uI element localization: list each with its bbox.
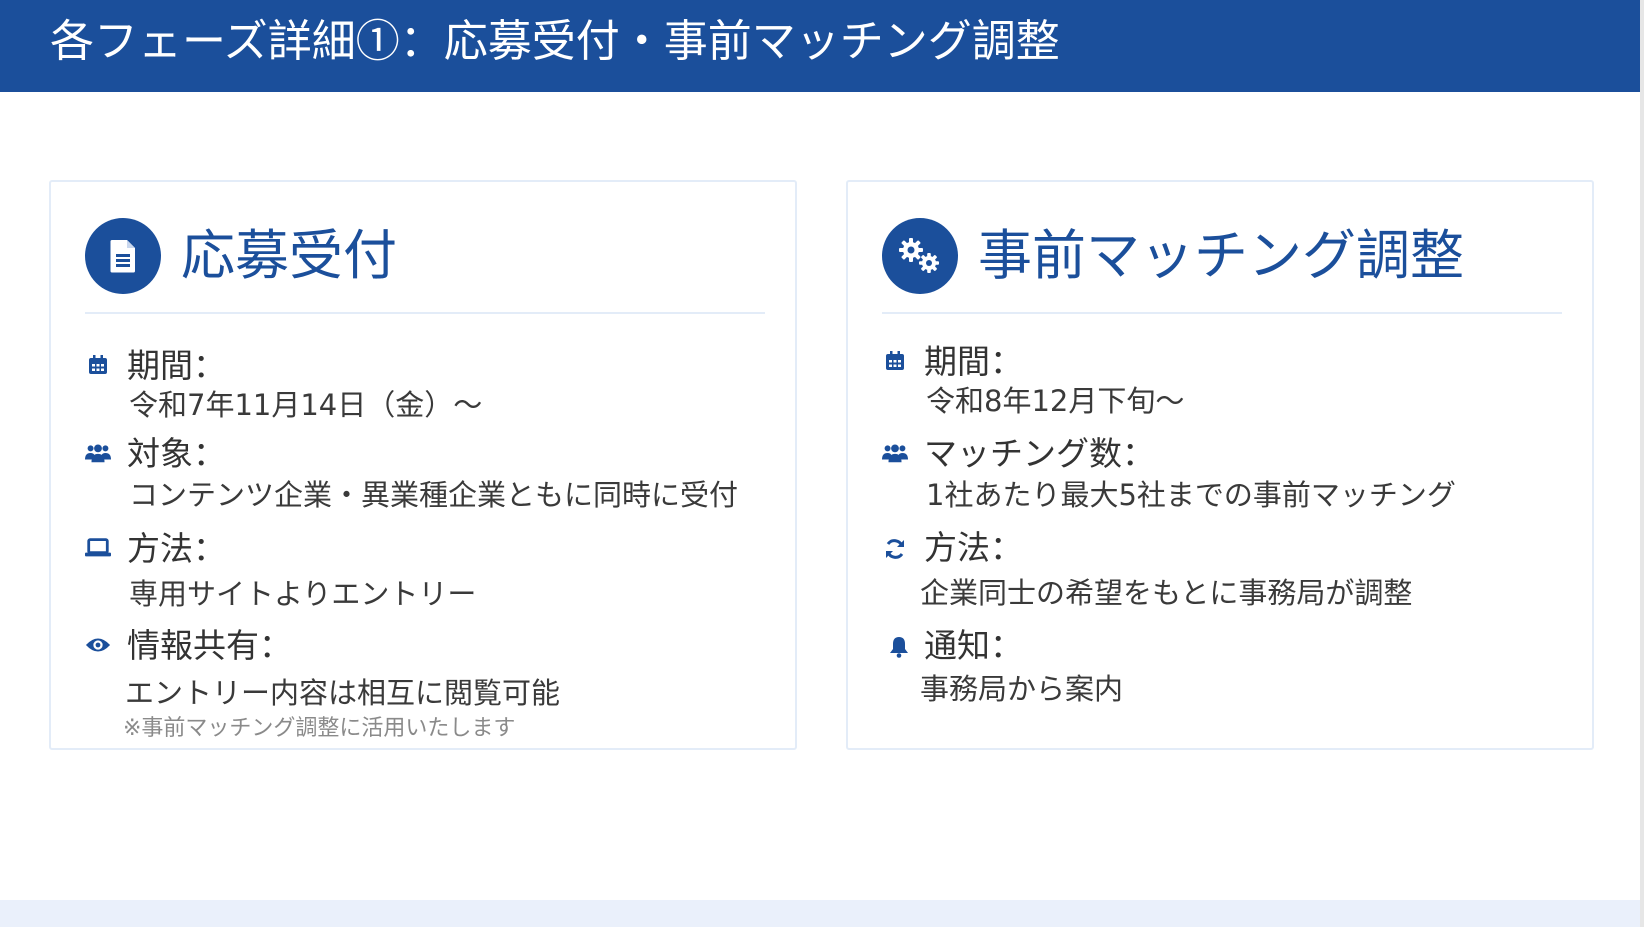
users-icon (85, 440, 111, 466)
card-header: 事前マッチング調整 (882, 218, 1558, 294)
section-notification: 通知： 事務局から案内 (882, 624, 1582, 714)
section-matching-count: マッチング数： 1社あたり最大5社までの事前マッチング (882, 432, 1582, 512)
section-method: 方法： 企業同士の希望をもとに事務局が調整 (882, 526, 1582, 610)
section-value: 1社あたり最大5社までの事前マッチング (926, 478, 1456, 512)
section-value: 企業同士の希望をもとに事務局が調整 (920, 576, 1413, 610)
eye-icon (85, 632, 111, 658)
calendar-icon (85, 352, 111, 378)
calendar-icon (882, 348, 908, 374)
section-label: 期間： (127, 346, 226, 385)
footer-band (0, 900, 1640, 927)
section-label: 方法： (924, 528, 1023, 567)
document-icon (85, 218, 161, 294)
section-value: コンテンツ企業・異業種企業ともに同時に受付 (129, 478, 739, 512)
bell-icon (886, 634, 912, 660)
section-target: 対象： コンテンツ企業・異業種企業ともに同時に受付 (85, 432, 785, 512)
section-value: 令和8年12月下旬〜 (926, 384, 1185, 418)
card-application: 応募受付 期間： 令和7年11月14日（金）〜 対象： コンテンツ企業・異業種企… (49, 180, 797, 750)
section-value: 専用サイトよりエントリー (129, 577, 477, 611)
section-label: 期間： (924, 342, 1023, 381)
section-label: 対象： (127, 434, 226, 473)
page-header: 各フェーズ詳細①：応募受付・事前マッチング調整 (0, 0, 1640, 92)
section-label: 情報共有： (127, 626, 292, 665)
card-title: 応募受付 (181, 224, 397, 287)
section-value: 令和7年11月14日（金）〜 (129, 388, 483, 422)
card-title: 事前マッチング調整 (978, 224, 1464, 287)
users-icon (882, 440, 908, 466)
section-value: エントリー内容は相互に閲覧可能 (125, 676, 561, 710)
gears-icon (882, 218, 958, 294)
laptop-icon (85, 535, 111, 561)
card-pre-matching: 事前マッチング調整 期間： 令和8年12月下旬〜 マッチング数： 1社あたり最大… (846, 180, 1594, 750)
card-header: 応募受付 (85, 218, 761, 294)
sync-icon (882, 536, 908, 562)
card-divider (85, 312, 765, 314)
right-edge-strip (1640, 0, 1644, 927)
section-period: 期間： 令和7年11月14日（金）〜 (85, 344, 785, 424)
section-note: ※事前マッチング調整に活用いたします (123, 716, 516, 741)
section-label: 通知： (924, 626, 1023, 665)
section-method: 方法： 専用サイトよりエントリー (85, 527, 785, 611)
card-divider (882, 312, 1562, 314)
section-period: 期間： 令和8年12月下旬〜 (882, 340, 1582, 420)
section-value: 事務局から案内 (920, 672, 1124, 706)
section-label: 方法： (127, 529, 226, 568)
section-info-share: 情報共有： エントリー内容は相互に閲覧可能 ※事前マッチング調整に活用いたします (85, 624, 785, 744)
page-title: 各フェーズ詳細①：応募受付・事前マッチング調整 (50, 16, 1060, 67)
section-label: マッチング数： (924, 434, 1155, 473)
